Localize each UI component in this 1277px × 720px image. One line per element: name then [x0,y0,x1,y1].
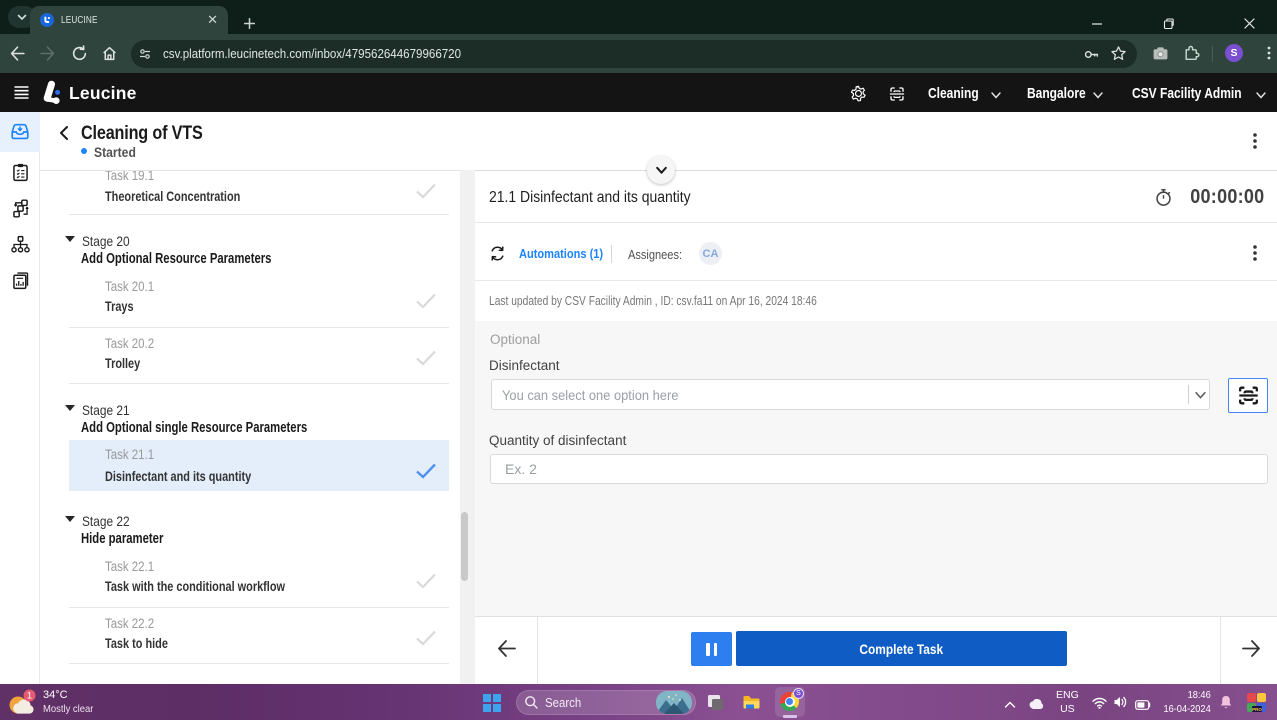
svg-text:PRO: PRO [1252,707,1262,712]
svg-text:1: 1 [27,690,32,700]
